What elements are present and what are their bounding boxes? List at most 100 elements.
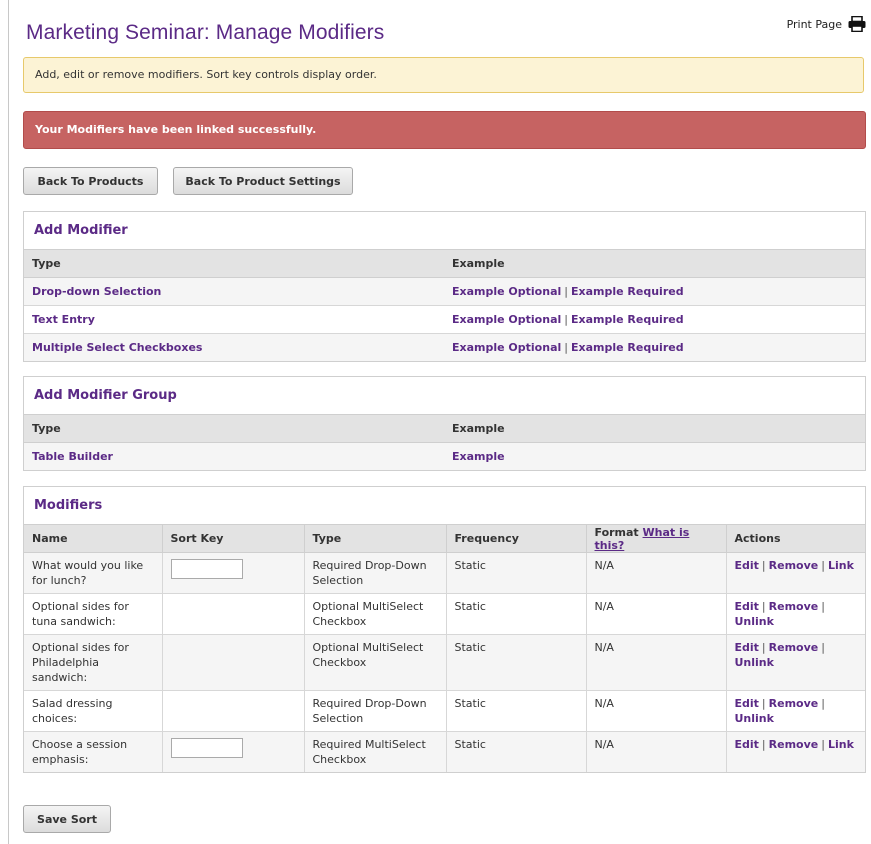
sort-key-empty — [162, 634, 305, 691]
modifier-frequency: Static — [446, 634, 587, 691]
add-modifier-title: Add Modifier — [24, 212, 865, 250]
modifier-type: Required Drop-Down Selection — [304, 552, 447, 594]
remove-link[interactable]: Remove — [769, 559, 819, 572]
example-optional-link[interactable]: Example Optional — [452, 341, 561, 354]
modifier-frequency: Static — [446, 593, 587, 635]
sort-key-empty — [162, 593, 305, 635]
remove-link[interactable]: Remove — [769, 600, 819, 613]
modifiers-title: Modifiers — [24, 487, 865, 525]
print-page-link[interactable]: Print Page — [787, 16, 866, 32]
table-row: Text Entry Example Optional | Example Requ… — [24, 305, 865, 334]
separator: | — [761, 641, 766, 654]
table-row: What would you like for lunch? Required … — [24, 552, 865, 594]
save-sort-button[interactable]: Save Sort — [23, 805, 111, 833]
modifier-type: Required Drop-Down Selection — [304, 690, 447, 732]
separator: | — [761, 738, 766, 751]
modifier-actions: Edit | Remove | Unlink — [726, 634, 865, 691]
table-row: Optional sides for tuna sandwich: Option… — [24, 593, 865, 635]
print-page-label: Print Page — [786, 17, 842, 31]
remove-link[interactable]: Remove — [769, 738, 819, 751]
column-header-format: Format What is this? — [586, 525, 727, 553]
modifiers-panel: Modifiers Name Sort Key Type Frequency F… — [23, 486, 866, 773]
modifier-format: N/A — [586, 634, 727, 691]
modifier-format: N/A — [586, 552, 727, 594]
modifier-name: Choose a session emphasis: — [24, 731, 163, 772]
page-title: Marketing Seminar: Manage Modifiers — [26, 21, 385, 44]
separator: | — [564, 341, 568, 354]
modifier-actions: Edit | Remove | Link — [726, 731, 865, 772]
edit-link[interactable]: Edit — [735, 559, 759, 572]
example-required-link[interactable]: Example Required — [571, 285, 684, 298]
unlink-link[interactable]: Unlink — [735, 615, 774, 628]
back-to-product-settings-button[interactable]: Back To Product Settings — [173, 167, 353, 195]
column-header-example: Example — [444, 415, 865, 443]
back-to-products-button[interactable]: Back To Products — [23, 167, 158, 195]
edit-link[interactable]: Edit — [735, 697, 759, 710]
example-link[interactable]: Example — [452, 450, 505, 463]
add-text-entry-link[interactable]: Text Entry — [32, 313, 95, 326]
column-header-type: Type — [304, 525, 447, 553]
modifier-format: N/A — [586, 690, 727, 732]
modifier-format: N/A — [586, 593, 727, 635]
table-row: Choose a session emphasis: Required Mult… — [24, 731, 865, 772]
table-row: Multiple Select Checkboxes Example Optio… — [24, 333, 865, 361]
modifier-type: Optional MultiSelect Checkbox — [304, 593, 447, 635]
sort-key-empty — [162, 690, 305, 732]
edit-link[interactable]: Edit — [735, 738, 759, 751]
edit-link[interactable]: Edit — [735, 641, 759, 654]
modifier-format: N/A — [586, 731, 727, 772]
link-link[interactable]: Link — [828, 559, 854, 572]
add-modifier-group-table: Type Example Table Builder Example — [24, 415, 865, 470]
modifier-name: Salad dressing choices: — [24, 690, 163, 732]
modifier-actions: Edit | Remove | Link — [726, 552, 865, 594]
modifier-frequency: Static — [446, 731, 587, 772]
example-optional-link[interactable]: Example Optional — [452, 313, 561, 326]
add-dropdown-selection-link[interactable]: Drop-down Selection — [32, 285, 161, 298]
sort-key-input[interactable] — [170, 559, 243, 579]
add-multiple-select-checkboxes-link[interactable]: Multiple Select Checkboxes — [32, 341, 202, 354]
example-required-link[interactable]: Example Required — [571, 313, 684, 326]
column-header-type: Type — [24, 415, 444, 443]
separator: | — [821, 600, 825, 613]
modifier-name: Optional sides for tuna sandwich: — [24, 593, 163, 635]
edit-link[interactable]: Edit — [735, 600, 759, 613]
unlink-link[interactable]: Unlink — [735, 656, 774, 669]
column-header-sort-key: Sort Key — [162, 525, 305, 553]
add-table-builder-link[interactable]: Table Builder — [32, 450, 113, 463]
separator: | — [564, 313, 568, 326]
add-modifier-panel: Add Modifier Type Example Drop-down Sele… — [23, 211, 866, 362]
unlink-link[interactable]: Unlink — [735, 712, 774, 725]
example-required-link[interactable]: Example Required — [571, 341, 684, 354]
remove-link[interactable]: Remove — [769, 697, 819, 710]
separator: | — [821, 641, 825, 654]
page-frame-border — [8, 0, 9, 844]
separator: | — [821, 559, 825, 572]
separator: | — [564, 285, 568, 298]
example-optional-link[interactable]: Example Optional — [452, 285, 561, 298]
sort-key-input[interactable] — [170, 738, 243, 758]
modifier-actions: Edit | Remove | Unlink — [726, 690, 865, 732]
format-label: Format — [594, 525, 639, 539]
column-header-actions: Actions — [726, 525, 865, 553]
info-notice: Add, edit or remove modifiers. Sort key … — [23, 57, 864, 93]
modifier-name: What would you like for lunch? — [24, 552, 163, 594]
column-header-frequency: Frequency — [446, 525, 587, 553]
separator: | — [821, 697, 825, 710]
modifier-type: Optional MultiSelect Checkbox — [304, 634, 447, 691]
modifier-frequency: Static — [446, 690, 587, 732]
add-modifier-group-panel: Add Modifier Group Type Example Table Bu… — [23, 376, 866, 471]
modifier-type: Required MultiSelect Checkbox — [304, 731, 447, 772]
separator: | — [761, 600, 766, 613]
column-header-type: Type — [24, 250, 444, 278]
remove-link[interactable]: Remove — [769, 641, 819, 654]
separator: | — [821, 738, 825, 751]
add-modifier-table: Type Example Drop-down Selection Example… — [24, 250, 865, 361]
modifier-actions: Edit | Remove | Unlink — [726, 593, 865, 635]
printer-icon — [848, 16, 866, 32]
link-link[interactable]: Link — [828, 738, 854, 751]
success-alert: Your Modifiers have been linked successf… — [23, 111, 866, 149]
table-row: Table Builder Example — [24, 442, 865, 470]
table-row: Salad dressing choices: Required Drop-Do… — [24, 690, 865, 732]
table-row: Drop-down Selection Example Optional | Exa… — [24, 277, 865, 306]
column-header-example: Example — [444, 250, 865, 278]
